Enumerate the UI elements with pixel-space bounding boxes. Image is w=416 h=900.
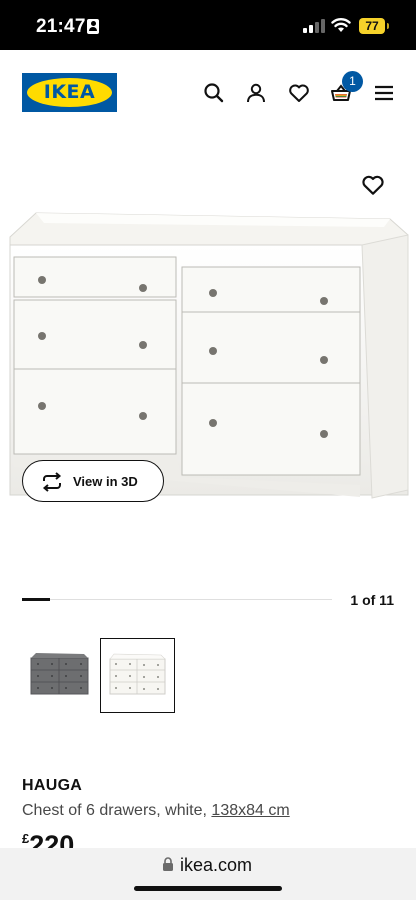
save-to-list-heart-icon[interactable] (360, 172, 386, 198)
gallery-progress-bar (22, 598, 332, 601)
view-in-3d-label: View in 3D (73, 474, 138, 489)
cellular-signal-icon (303, 19, 325, 33)
product-name: HAUGA (22, 777, 83, 794)
lock-icon (163, 857, 173, 871)
price-value: 220 (29, 832, 75, 849)
browser-url-text: ikea.com (180, 855, 253, 875)
cart-count-badge: 1 (342, 71, 363, 92)
thumbnail-dark-grey[interactable] (22, 638, 97, 713)
account-icon[interactable] (244, 81, 268, 105)
view-in-3d-button[interactable]: View in 3D (22, 460, 164, 502)
thumbnail-white-selected[interactable] (100, 638, 175, 713)
status-bar: 21:47 77 (0, 0, 416, 50)
ikea-logo[interactable]: IKEA (22, 73, 117, 112)
product-description-text: Chest of 6 drawers, white, (22, 802, 207, 819)
focus-person-icon (87, 19, 99, 34)
site-header: IKEA 1 (0, 50, 416, 140)
search-icon[interactable] (202, 81, 226, 105)
gallery-counter: 1 of 11 (350, 592, 394, 608)
product-dimensions-link[interactable]: 138x84 cm (211, 802, 289, 819)
product-description: Chest of 6 drawers, white, 138x84 cm (22, 802, 290, 820)
home-indicator (134, 886, 282, 891)
browser-url-bar[interactable]: ikea.com (0, 848, 416, 900)
rotate-3d-icon (42, 472, 62, 492)
wifi-icon (331, 18, 351, 32)
product-price: £220 (22, 832, 74, 849)
wishlist-heart-icon[interactable] (287, 81, 311, 105)
menu-icon[interactable] (372, 81, 396, 105)
battery-indicator: 77 (359, 18, 389, 34)
status-time: 21:47 (36, 16, 86, 37)
